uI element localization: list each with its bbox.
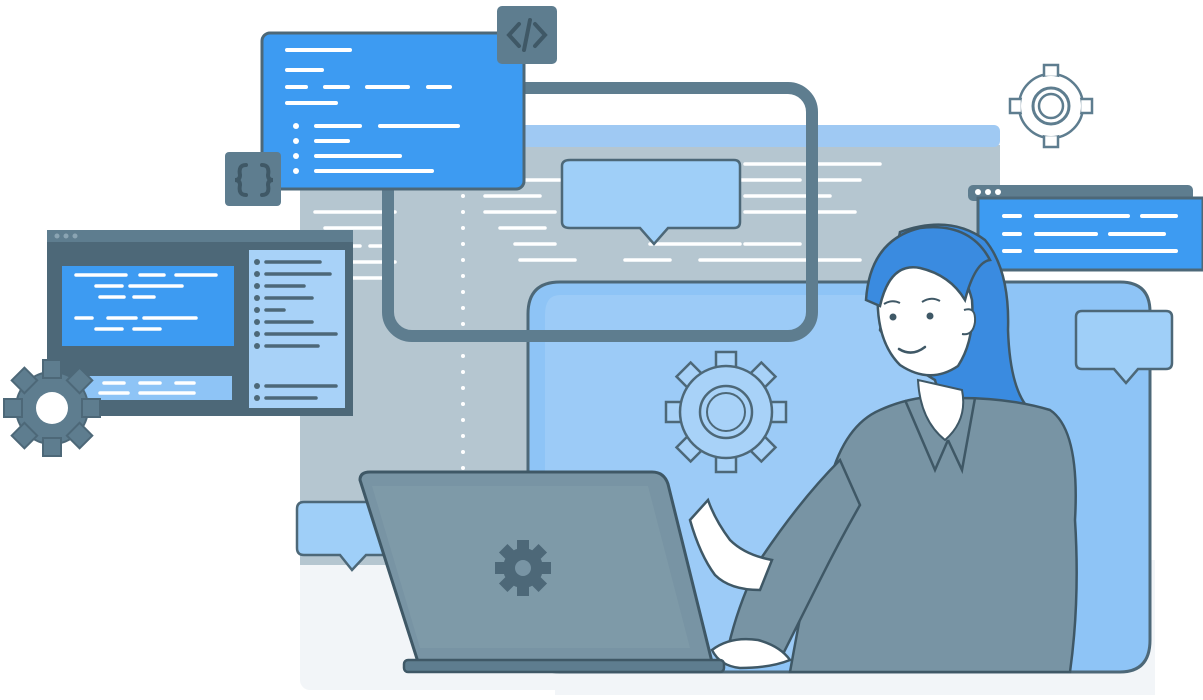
gear-icon xyxy=(664,350,788,474)
developer-illustration xyxy=(3,6,1203,695)
blue-code-window-top xyxy=(260,31,526,191)
gear-icon xyxy=(495,540,551,596)
curly-braces-icon xyxy=(225,152,281,206)
gear-icon xyxy=(1008,63,1094,149)
blue-code-window-right xyxy=(968,185,1203,272)
dark-editor-window xyxy=(47,230,353,416)
gear-icon xyxy=(3,359,101,457)
code-brackets-icon xyxy=(497,6,557,64)
